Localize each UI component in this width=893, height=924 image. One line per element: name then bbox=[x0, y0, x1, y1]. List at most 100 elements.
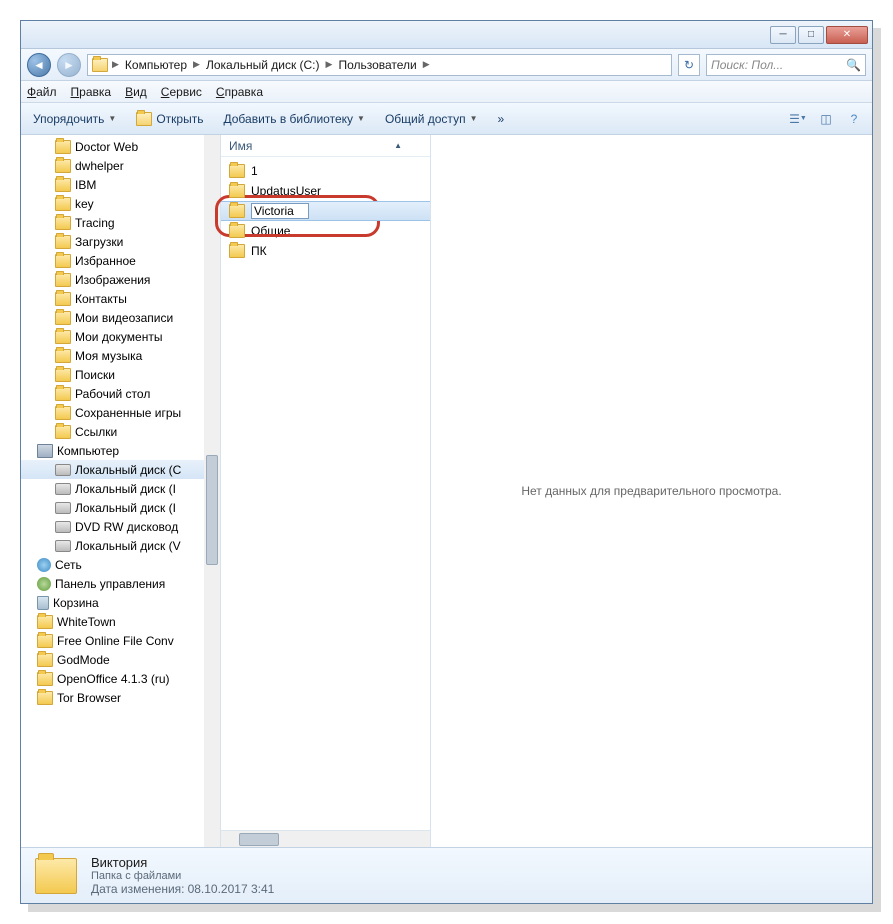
menu-edit[interactable]: Правка bbox=[71, 85, 112, 99]
tree-item[interactable]: Изображения bbox=[21, 270, 220, 289]
drive-icon bbox=[55, 521, 71, 533]
tree-item[interactable]: Локальный диск (C bbox=[21, 460, 220, 479]
menu-file[interactable]: Файл bbox=[27, 85, 57, 99]
breadcrumb-disk[interactable]: Локальный диск (C:) bbox=[204, 58, 322, 72]
column-header-name[interactable]: Имя ▲ bbox=[221, 135, 430, 157]
forward-button[interactable]: ► bbox=[57, 53, 81, 77]
tree-item[interactable]: Сеть bbox=[21, 555, 220, 574]
tree-item[interactable]: Панель управления bbox=[21, 574, 220, 593]
close-button[interactable]: ✕ bbox=[826, 26, 868, 44]
minimize-button[interactable]: ─ bbox=[770, 26, 796, 44]
share-button[interactable]: Общий доступ ▼ bbox=[381, 110, 482, 128]
folder-icon bbox=[55, 235, 71, 249]
tree-item[interactable]: Tor Browser bbox=[21, 688, 220, 707]
preview-pane-button[interactable]: ◫ bbox=[816, 109, 836, 129]
tree-item[interactable]: Корзина bbox=[21, 593, 220, 612]
open-button[interactable]: Открыть bbox=[132, 110, 207, 128]
tree-item[interactable]: Компьютер bbox=[21, 441, 220, 460]
back-button[interactable]: ◄ bbox=[27, 53, 51, 77]
tree-item[interactable]: Контакты bbox=[21, 289, 220, 308]
explorer-window: ─ □ ✕ ◄ ► ▶ Компьютер ▶ Локальный диск (… bbox=[20, 20, 873, 904]
menubar: Файл Правка Вид Сервис Справка bbox=[21, 81, 872, 103]
folder-icon bbox=[55, 349, 71, 363]
computer-icon bbox=[37, 444, 53, 458]
folder-icon bbox=[37, 634, 53, 648]
menu-service[interactable]: Сервис bbox=[161, 85, 202, 99]
tree-item[interactable]: Загрузки bbox=[21, 232, 220, 251]
menu-view[interactable]: Вид bbox=[125, 85, 147, 99]
rename-input[interactable] bbox=[254, 204, 306, 218]
breadcrumb-users[interactable]: Пользователи bbox=[336, 58, 418, 72]
list-hscrollbar[interactable] bbox=[221, 830, 430, 847]
folder-icon bbox=[229, 204, 245, 218]
tree-item[interactable]: Локальный диск (V bbox=[21, 536, 220, 555]
view-options-button[interactable]: ☰▼ bbox=[788, 109, 808, 129]
tree-item-label: dwhelper bbox=[75, 159, 124, 173]
menu-help[interactable]: Справка bbox=[216, 85, 263, 99]
toolbar: Упорядочить ▼ Открыть Добавить в библиот… bbox=[21, 103, 872, 135]
overflow-button[interactable]: » bbox=[493, 110, 508, 128]
chevron-down-icon: ▼ bbox=[108, 114, 116, 123]
tree-item[interactable]: DVD RW дисковод bbox=[21, 517, 220, 536]
refresh-button[interactable]: ↻ bbox=[678, 54, 700, 76]
tree-item[interactable]: Мои документы bbox=[21, 327, 220, 346]
tree-item-label: WhiteTown bbox=[57, 615, 116, 629]
navbar: ◄ ► ▶ Компьютер ▶ Локальный диск (C:) ▶ … bbox=[21, 49, 872, 81]
tree-item[interactable]: Локальный диск (I bbox=[21, 498, 220, 517]
preview-pane: Нет данных для предварительного просмотр… bbox=[431, 135, 872, 847]
tree-item[interactable]: GodMode bbox=[21, 650, 220, 669]
maximize-button[interactable]: □ bbox=[798, 26, 824, 44]
file-item[interactable]: Общие bbox=[221, 221, 430, 241]
tree-item-label: Поиски bbox=[75, 368, 115, 382]
folder-icon bbox=[37, 691, 53, 705]
chevron-right-icon: ▶ bbox=[112, 59, 119, 70]
file-item[interactable]: ПК bbox=[221, 241, 430, 261]
tree-item[interactable]: Локальный диск (I bbox=[21, 479, 220, 498]
tree-item[interactable]: Рабочий стол bbox=[21, 384, 220, 403]
tree-item[interactable]: dwhelper bbox=[21, 156, 220, 175]
tree-item[interactable]: Doctor Web bbox=[21, 137, 220, 156]
address-bar[interactable]: ▶ Компьютер ▶ Локальный диск (C:) ▶ Поль… bbox=[87, 54, 672, 76]
tree-item[interactable]: IBM bbox=[21, 175, 220, 194]
help-button[interactable]: ? bbox=[844, 109, 864, 129]
overflow-label: » bbox=[497, 112, 504, 126]
status-item-name: Виктория bbox=[91, 855, 274, 870]
file-list-body[interactable]: 1 UpdatusUser ОбщиеПК bbox=[221, 157, 430, 830]
tree-item[interactable]: Поиски bbox=[21, 365, 220, 384]
folder-icon bbox=[55, 368, 71, 382]
chevron-down-icon: ▼ bbox=[357, 114, 365, 123]
tree-item[interactable]: Избранное bbox=[21, 251, 220, 270]
search-input[interactable]: Поиск: Пол... 🔍 bbox=[706, 54, 866, 76]
add-library-button[interactable]: Добавить в библиотеку ▼ bbox=[219, 110, 368, 128]
sort-asc-icon: ▲ bbox=[394, 141, 402, 150]
folder-icon bbox=[55, 273, 71, 287]
organize-label: Упорядочить bbox=[33, 112, 104, 126]
tree-item[interactable]: Сохраненные игры bbox=[21, 403, 220, 422]
tree-item[interactable]: WhiteTown bbox=[21, 612, 220, 631]
folder-icon bbox=[229, 164, 245, 178]
tree-item[interactable]: Tracing bbox=[21, 213, 220, 232]
tree-item-label: Doctor Web bbox=[75, 140, 138, 154]
tree-item-label: Сохраненные игры bbox=[75, 406, 181, 420]
file-item[interactable]: 1 bbox=[221, 161, 430, 181]
tree-item[interactable]: Ссылки bbox=[21, 422, 220, 441]
file-item[interactable]: UpdatusUser bbox=[221, 181, 430, 201]
tree-item[interactable]: OpenOffice 4.1.3 (ru) bbox=[21, 669, 220, 688]
organize-button[interactable]: Упорядочить ▼ bbox=[29, 110, 120, 128]
scrollbar-thumb[interactable] bbox=[206, 455, 218, 565]
tree-item-label: Мои документы bbox=[75, 330, 162, 344]
folder-icon bbox=[37, 653, 53, 667]
file-item[interactable] bbox=[221, 201, 430, 221]
tree-item[interactable]: Мои видеозаписи bbox=[21, 308, 220, 327]
tree-item[interactable]: Free Online File Conv bbox=[21, 631, 220, 650]
tree-item-label: Загрузки bbox=[75, 235, 123, 249]
tree-scrollbar[interactable] bbox=[204, 135, 220, 847]
tree-item-label: Локальный диск (V bbox=[75, 539, 181, 553]
tree-item-label: Компьютер bbox=[57, 444, 119, 458]
breadcrumb-computer[interactable]: Компьютер bbox=[123, 58, 189, 72]
hscroll-thumb[interactable] bbox=[239, 833, 279, 846]
nav-tree[interactable]: Doctor Web dwhelper IBMkeyTracing Загрузки И… bbox=[21, 135, 221, 847]
tree-item[interactable]: key bbox=[21, 194, 220, 213]
tree-item[interactable]: Моя музыка bbox=[21, 346, 220, 365]
file-item-label: UpdatusUser bbox=[251, 184, 321, 198]
